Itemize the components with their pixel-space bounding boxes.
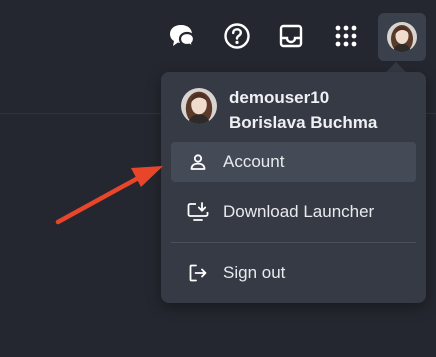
user-avatar xyxy=(181,88,217,124)
user-info: demouser10 Borislava Buchma xyxy=(181,88,377,135)
menu-item-sign-out[interactable]: Sign out xyxy=(171,253,416,293)
profile-avatar-button[interactable] xyxy=(378,13,426,61)
menu-item-label: Sign out xyxy=(223,263,286,282)
chat-bubbles-icon[interactable] xyxy=(165,18,201,54)
menu-item-label: Download Launcher xyxy=(223,202,375,221)
apps-grid-icon[interactable] xyxy=(328,18,364,54)
username: demouser10 xyxy=(229,88,330,107)
avatar xyxy=(387,22,417,52)
menu-item-account[interactable]: Account xyxy=(171,142,416,182)
user-dropdown-menu: demouser10 Borislava Buchma Account Down… xyxy=(161,72,426,303)
sign-out-icon xyxy=(187,262,209,284)
inbox-tray-icon[interactable] xyxy=(273,18,309,54)
help-circle-icon[interactable] xyxy=(219,18,255,54)
user-icon xyxy=(187,151,209,173)
menu-item-label: Account xyxy=(223,152,285,171)
menu-item-download-launcher[interactable]: Download Launcher xyxy=(171,192,416,232)
download-monitor-icon xyxy=(187,201,209,223)
menu-divider xyxy=(171,242,416,243)
user-full-name: Borislava Buchma xyxy=(229,113,378,132)
